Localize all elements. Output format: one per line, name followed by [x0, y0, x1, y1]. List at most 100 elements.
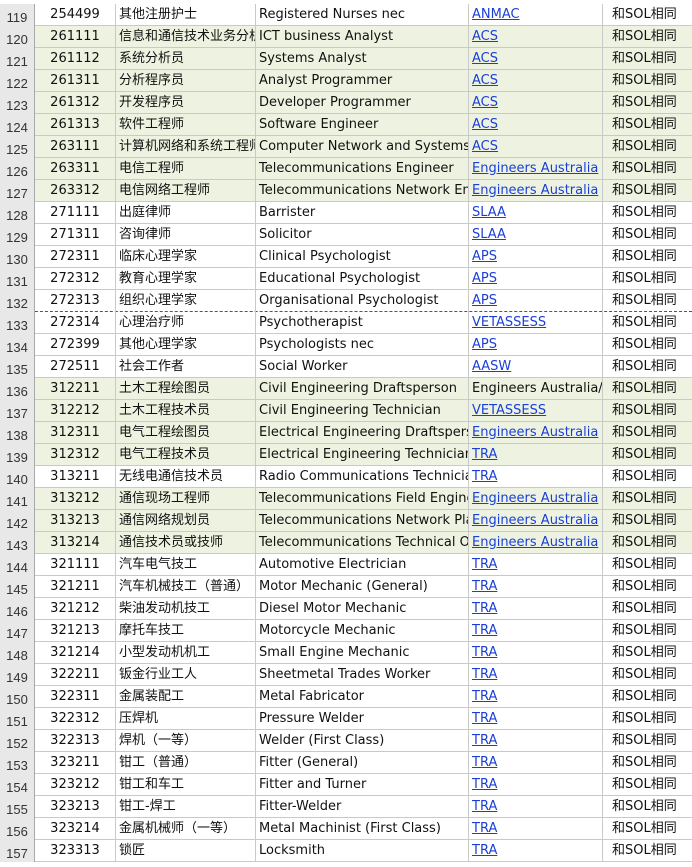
- english-occupation-cell[interactable]: Software Engineer: [256, 114, 469, 136]
- english-occupation-cell[interactable]: Motor Mechanic (General): [256, 576, 469, 598]
- row-number[interactable]: 120: [0, 26, 35, 48]
- sol-status-cell[interactable]: 和SOL相同: [603, 620, 692, 642]
- english-occupation-cell[interactable]: Telecommunications Engineer: [256, 158, 469, 180]
- sol-status-cell[interactable]: 和SOL相同: [603, 488, 692, 510]
- assessing-authority-cell[interactable]: TRA: [469, 730, 603, 752]
- english-occupation-cell[interactable]: Analyst Programmer: [256, 70, 469, 92]
- anzsco-code-cell[interactable]: 313212: [35, 488, 116, 510]
- row-number[interactable]: 152: [0, 730, 35, 752]
- table-row[interactable]: 143 313214 通信技术员或技师 Telecommunications Tech…: [0, 532, 692, 554]
- anzsco-code-cell[interactable]: 271311: [35, 224, 116, 246]
- chinese-occupation-cell[interactable]: 锁匠: [116, 840, 256, 862]
- table-row[interactable]: 120 261111 信息和通信技术业务分析 ICT business Analyst…: [0, 26, 692, 48]
- sol-status-cell[interactable]: 和SOL相同: [603, 180, 692, 202]
- sol-status-cell[interactable]: 和SOL相同: [603, 202, 692, 224]
- chinese-occupation-cell[interactable]: 电气工程绘图员: [116, 422, 256, 444]
- english-occupation-cell[interactable]: Clinical Psychologist: [256, 246, 469, 268]
- anzsco-code-cell[interactable]: 322211: [35, 664, 116, 686]
- assessing-authority-cell[interactable]: ACS: [469, 48, 603, 70]
- anzsco-code-cell[interactable]: 263111: [35, 136, 116, 158]
- english-occupation-cell[interactable]: Psychotherapist: [256, 312, 469, 334]
- sol-status-cell[interactable]: 和SOL相同: [603, 774, 692, 796]
- assessing-authority-cell[interactable]: Engineers Australia: [469, 532, 603, 554]
- chinese-occupation-cell[interactable]: 小型发动机机工: [116, 642, 256, 664]
- sol-status-cell[interactable]: 和SOL相同: [603, 444, 692, 466]
- anzsco-code-cell[interactable]: 272511: [35, 356, 116, 378]
- chinese-occupation-cell[interactable]: 电气工程技术员: [116, 444, 256, 466]
- row-number[interactable]: 148: [0, 642, 35, 664]
- sol-status-cell[interactable]: 和SOL相同: [603, 268, 692, 290]
- chinese-occupation-cell[interactable]: 压焊机: [116, 708, 256, 730]
- assessing-authority-cell[interactable]: Engineers Australia: [469, 158, 603, 180]
- table-row[interactable]: 119 254499 其他注册护士 Registered Nurses nec ANMA…: [0, 4, 692, 26]
- assessing-authority-cell[interactable]: TRA: [469, 686, 603, 708]
- sol-status-cell[interactable]: 和SOL相同: [603, 554, 692, 576]
- table-row[interactable]: 150 322311 金属装配工 Metal Fabricator TRA 和SOL相同: [0, 686, 692, 708]
- anzsco-code-cell[interactable]: 312212: [35, 400, 116, 422]
- english-occupation-cell[interactable]: Electrical Engineering Technician: [256, 444, 469, 466]
- chinese-occupation-cell[interactable]: 系统分析员: [116, 48, 256, 70]
- chinese-occupation-cell[interactable]: 通信技术员或技师: [116, 532, 256, 554]
- table-row[interactable]: 121 261112 系统分析员 Systems Analyst ACS 和SOL相同: [0, 48, 692, 70]
- table-row[interactable]: 155 323213 钳工-焊工 Fitter-Welder TRA 和SOL相同: [0, 796, 692, 818]
- assessing-authority-cell[interactable]: TRA: [469, 554, 603, 576]
- sol-status-cell[interactable]: 和SOL相同: [603, 818, 692, 840]
- sol-status-cell[interactable]: 和SOL相同: [603, 400, 692, 422]
- english-occupation-cell[interactable]: Radio Communications Technician: [256, 466, 469, 488]
- english-occupation-cell[interactable]: Welder (First Class): [256, 730, 469, 752]
- chinese-occupation-cell[interactable]: 柴油发动机技工: [116, 598, 256, 620]
- table-row[interactable]: 147 321213 摩托车技工 Motorcycle Mechanic TRA 和SOL…: [0, 620, 692, 642]
- assessing-authority-cell[interactable]: TRA: [469, 796, 603, 818]
- anzsco-code-cell[interactable]: 323213: [35, 796, 116, 818]
- english-occupation-cell[interactable]: Metal Machinist (First Class): [256, 818, 469, 840]
- anzsco-code-cell[interactable]: 261312: [35, 92, 116, 114]
- table-row[interactable]: 123 261312 开发程序员 Developer Programmer ACS 和SO…: [0, 92, 692, 114]
- chinese-occupation-cell[interactable]: 汽车电气技工: [116, 554, 256, 576]
- row-number[interactable]: 119: [0, 4, 35, 26]
- table-row[interactable]: 132 272313 组织心理学家 Organisational Psychologi…: [0, 290, 692, 312]
- anzsco-code-cell[interactable]: 272311: [35, 246, 116, 268]
- assessing-authority-cell[interactable]: APS: [469, 334, 603, 356]
- english-occupation-cell[interactable]: Automotive Electrician: [256, 554, 469, 576]
- row-number[interactable]: 128: [0, 202, 35, 224]
- assessing-authority-cell[interactable]: VETASSESS: [469, 312, 603, 334]
- table-row[interactable]: 140 313211 无线电通信技术员 Radio Communications Te…: [0, 466, 692, 488]
- row-number[interactable]: 123: [0, 92, 35, 114]
- row-number[interactable]: 139: [0, 444, 35, 466]
- row-number[interactable]: 151: [0, 708, 35, 730]
- table-row[interactable]: 125 263111 计算机网络和系统工程师 Computer Network and…: [0, 136, 692, 158]
- chinese-occupation-cell[interactable]: 开发程序员: [116, 92, 256, 114]
- chinese-occupation-cell[interactable]: 分析程序员: [116, 70, 256, 92]
- assessing-authority-cell[interactable]: Engineers Australia: [469, 180, 603, 202]
- assessing-authority-cell[interactable]: TRA: [469, 598, 603, 620]
- anzsco-code-cell[interactable]: 263311: [35, 158, 116, 180]
- table-row[interactable]: 130 272311 临床心理学家 Clinical Psychologist APS 和…: [0, 246, 692, 268]
- row-number[interactable]: 154: [0, 774, 35, 796]
- english-occupation-cell[interactable]: Educational Psychologist: [256, 268, 469, 290]
- chinese-occupation-cell[interactable]: 钳工和车工: [116, 774, 256, 796]
- chinese-occupation-cell[interactable]: 汽车机械技工（普通）: [116, 576, 256, 598]
- row-number[interactable]: 134: [0, 334, 35, 356]
- row-number[interactable]: 155: [0, 796, 35, 818]
- assessing-authority-cell[interactable]: TRA: [469, 818, 603, 840]
- chinese-occupation-cell[interactable]: 土木工程技术员: [116, 400, 256, 422]
- row-number[interactable]: 150: [0, 686, 35, 708]
- anzsco-code-cell[interactable]: 263312: [35, 180, 116, 202]
- chinese-occupation-cell[interactable]: 咨询律师: [116, 224, 256, 246]
- anzsco-code-cell[interactable]: 272314: [35, 312, 116, 334]
- row-number[interactable]: 133: [0, 312, 35, 334]
- row-number[interactable]: 143: [0, 532, 35, 554]
- chinese-occupation-cell[interactable]: 焊机（一等）: [116, 730, 256, 752]
- assessing-authority-cell[interactable]: TRA: [469, 774, 603, 796]
- english-occupation-cell[interactable]: Civil Engineering Draftsperson: [256, 378, 469, 400]
- english-occupation-cell[interactable]: Computer Network and Systems Engineer: [256, 136, 469, 158]
- anzsco-code-cell[interactable]: 321213: [35, 620, 116, 642]
- chinese-occupation-cell[interactable]: 心理治疗师: [116, 312, 256, 334]
- sol-status-cell[interactable]: 和SOL相同: [603, 466, 692, 488]
- sol-status-cell[interactable]: 和SOL相同: [603, 642, 692, 664]
- sol-status-cell[interactable]: 和SOL相同: [603, 92, 692, 114]
- table-row[interactable]: 138 312311 电气工程绘图员 Electrical Engineering D…: [0, 422, 692, 444]
- anzsco-code-cell[interactable]: 313214: [35, 532, 116, 554]
- sol-status-cell[interactable]: 和SOL相同: [603, 4, 692, 26]
- sol-status-cell[interactable]: 和SOL相同: [603, 730, 692, 752]
